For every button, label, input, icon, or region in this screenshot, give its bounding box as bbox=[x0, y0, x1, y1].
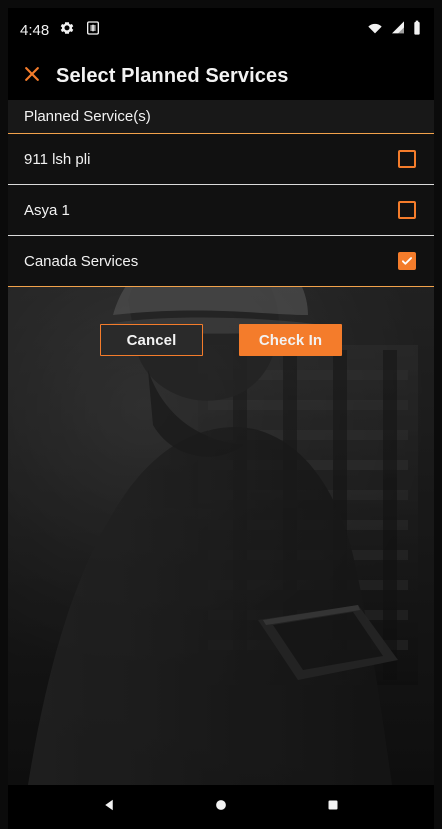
checkmark-icon bbox=[401, 257, 413, 265]
app-header: Select Planned Services bbox=[8, 52, 434, 100]
page-title: Select Planned Services bbox=[56, 64, 289, 87]
back-icon[interactable] bbox=[100, 796, 118, 819]
services-list: 911 lsh pli Asya 1 Canada Services bbox=[8, 134, 434, 287]
cancel-button[interactable]: Cancel bbox=[100, 324, 203, 356]
status-time: 4:48 bbox=[20, 21, 50, 39]
service-item-label: 911 lsh pli bbox=[24, 150, 91, 168]
service-item-label: Asya 1 bbox=[24, 201, 70, 219]
service-checkbox[interactable] bbox=[398, 201, 416, 219]
service-item-asya-1[interactable]: Asya 1 bbox=[8, 185, 434, 236]
screen: 4:48 Select Planned Services Planned Ser… bbox=[0, 0, 442, 829]
signal-icon bbox=[390, 20, 406, 40]
status-left: 4:48 bbox=[20, 20, 101, 40]
content-panel: Planned Service(s) 911 lsh pli Asya 1 Ca… bbox=[8, 100, 434, 785]
close-icon[interactable] bbox=[22, 64, 42, 89]
wifi-icon bbox=[366, 20, 384, 40]
service-checkbox[interactable] bbox=[398, 150, 416, 168]
battery-icon bbox=[412, 20, 422, 40]
service-item-911-lsh-pli[interactable]: 911 lsh pli bbox=[8, 134, 434, 185]
service-item-label: Canada Services bbox=[24, 252, 139, 270]
status-bar: 4:48 bbox=[8, 8, 434, 52]
system-nav-bar bbox=[8, 785, 434, 829]
status-right bbox=[366, 20, 422, 40]
action-buttons: Cancel Check In bbox=[8, 324, 434, 356]
service-item-canada-services[interactable]: Canada Services bbox=[8, 236, 434, 287]
section-header: Planned Service(s) bbox=[8, 100, 434, 134]
check-in-button[interactable]: Check In bbox=[239, 324, 342, 356]
gear-icon bbox=[59, 20, 75, 40]
home-icon[interactable] bbox=[212, 796, 230, 819]
recents-icon[interactable] bbox=[324, 796, 342, 819]
service-checkbox[interactable] bbox=[398, 252, 416, 270]
sim-card-icon bbox=[85, 20, 101, 40]
